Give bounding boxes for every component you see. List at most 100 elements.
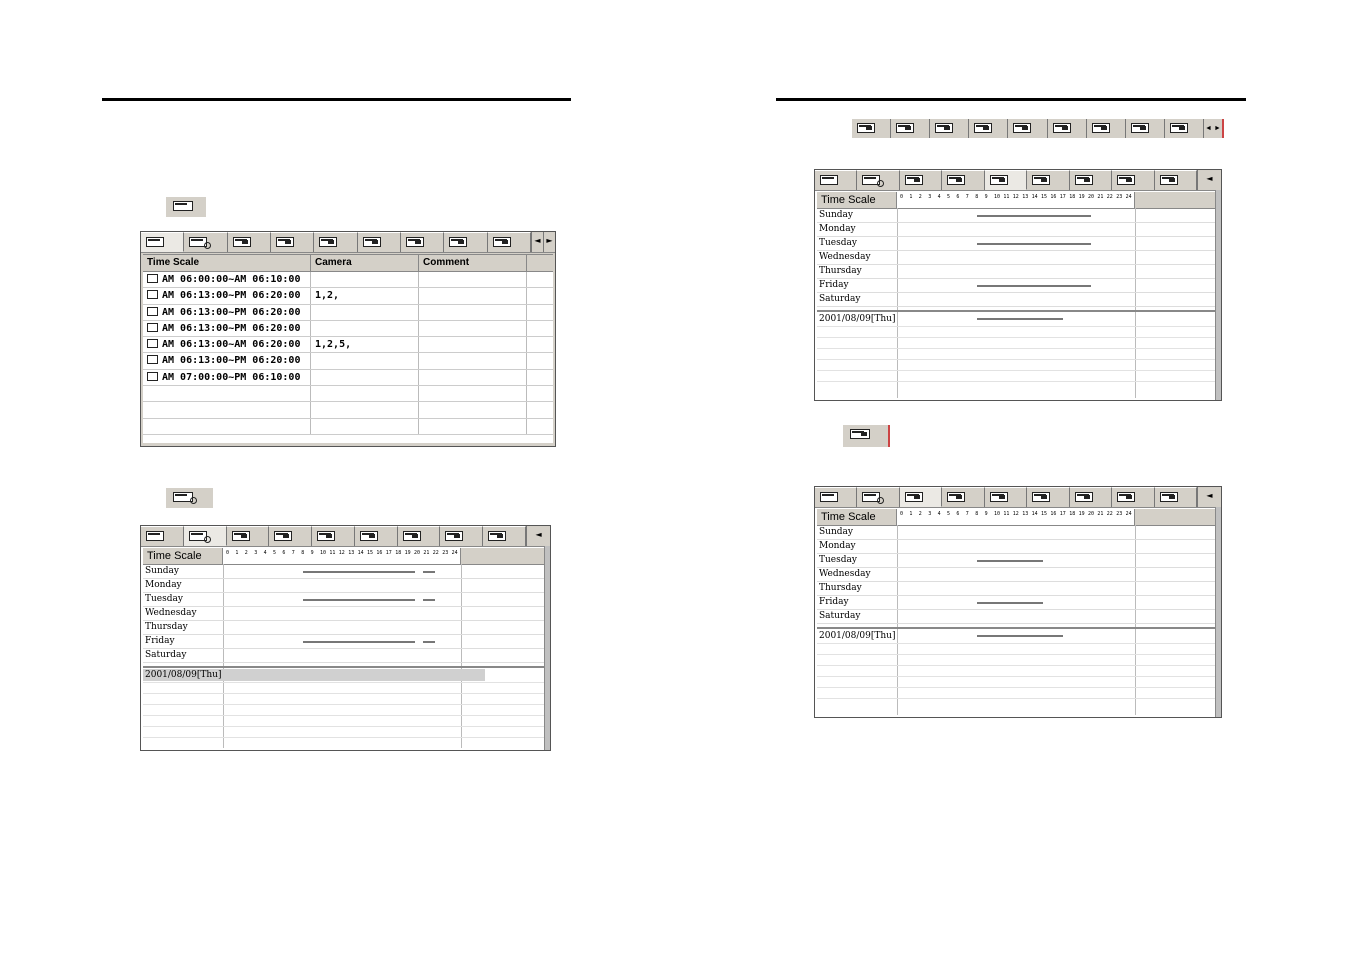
table-row[interactable]: AM 06:13:00~PM 06:20:00 [143,304,553,321]
date-schedule-bar[interactable] [977,635,1063,637]
tab-view-8[interactable] [1112,487,1155,507]
schedule-bar[interactable] [303,641,415,643]
tab-view-3[interactable] [899,487,943,507]
day-row-wednesday[interactable]: Wednesday [817,251,1215,265]
tab-view-6[interactable] [357,232,401,252]
column-time-scale[interactable]: Time Scale [143,255,311,271]
tab-view-8[interactable] [444,232,488,252]
camera-button-8[interactable] [1125,119,1165,138]
camera-button-1[interactable] [852,119,892,138]
table-row[interactable]: AM 06:00:00~AM 06:10:00 [143,272,553,289]
day-row-thursday[interactable]: Thursday [817,265,1215,279]
day-row-monday[interactable]: Monday [817,540,1215,554]
tab-view-5[interactable] [984,487,1028,507]
camera-button-3[interactable] [930,119,970,138]
table-row[interactable] [143,386,553,403]
tab-view-4[interactable] [942,487,985,507]
network-schedule-button[interactable] [843,425,890,447]
column-comment[interactable]: Comment [419,255,527,271]
tab-view-9[interactable] [487,232,531,252]
scroll-right-arrow[interactable]: ► [1212,119,1222,138]
date-row-label[interactable]: 2001/08/09[Thu] [143,669,485,681]
tab-view-5[interactable] [312,526,355,546]
vertical-scrollbar[interactable] [1215,507,1221,717]
tab-scroll[interactable]: ◄ [1196,487,1221,507]
day-row-monday[interactable]: Monday [143,579,544,593]
table-row[interactable]: AM 06:13:00~PM 06:20:00 [143,353,553,370]
day-row-sunday[interactable]: Sunday [817,526,1215,540]
tab-scroll-left[interactable]: ◄ [1196,170,1221,190]
tab-view-4[interactable] [942,170,985,190]
tab-view-9[interactable] [483,526,527,546]
tab-view-4[interactable] [269,526,313,546]
date-row-label[interactable]: 2001/08/09[Thu] [817,630,896,642]
table-row[interactable] [143,418,553,435]
tab-view-2[interactable] [184,232,228,252]
schedule-bar[interactable] [977,285,1091,287]
day-row-saturday[interactable]: Saturday [817,293,1215,307]
table-row[interactable]: AM 06:13:00~AM 06:20:00 1,2,5, [143,337,553,354]
tab-view-1[interactable] [141,526,184,546]
tab-view-3[interactable] [226,526,270,546]
day-row-thursday[interactable]: Thursday [143,621,544,635]
vertical-scrollbar[interactable] [544,546,550,750]
camera-button-7[interactable] [1086,119,1126,138]
scroll-left-arrow[interactable]: ◄ [1203,119,1213,138]
tab-view-7[interactable] [1069,487,1113,507]
schedule-bar[interactable] [977,602,1043,604]
tab-view-6[interactable] [1027,487,1070,507]
tab-scroll-left[interactable]: ◄ [530,232,543,252]
camera-button-5[interactable] [1008,119,1048,138]
tab-view-6[interactable] [1027,170,1070,190]
schedule-bar[interactable] [423,571,435,573]
tab-view-4[interactable] [270,232,315,252]
tab-scroll[interactable]: ◄ [526,526,550,546]
table-row[interactable]: AM 07:00:00~PM 06:10:00 [143,369,553,387]
day-row-saturday[interactable]: Saturday [143,649,544,663]
tab-view-9[interactable] [1154,170,1197,190]
date-row-label[interactable]: 2001/08/09[Thu] [817,313,896,325]
table-row[interactable]: AM 06:13:00~PM 06:20:00 1,2, [143,288,553,305]
tab-view-2[interactable] [857,170,900,190]
tab-view-3[interactable] [899,170,943,190]
tab-view-7[interactable] [1069,170,1113,190]
camera-button-6[interactable] [1047,119,1087,138]
camera-button-9[interactable] [1164,119,1204,138]
tab-view-2[interactable] [183,526,227,546]
tab-view-9[interactable] [1154,487,1197,507]
schedule-bar[interactable] [423,641,435,643]
tab-view-8[interactable] [440,526,484,546]
schedule-bar[interactable] [977,560,1043,562]
tab-view-6[interactable] [354,526,398,546]
tab-view-7[interactable] [397,526,441,546]
tab-view-1[interactable] [815,487,858,507]
camera-button-4[interactable] [969,119,1009,138]
tab-view-7[interactable] [400,232,445,252]
table-row[interactable] [143,402,553,419]
day-row-monday[interactable]: Monday [817,223,1215,237]
table-row[interactable]: AM 06:13:00~PM 06:20:00 [143,320,553,338]
tab-view-2[interactable] [857,487,900,507]
schedule-bar[interactable] [423,599,435,601]
tab-view-5[interactable] [984,170,1028,190]
tab-view-1[interactable] [141,232,185,252]
tab-view-5[interactable] [314,232,358,252]
tab-scroll[interactable]: ◄ [1196,170,1221,190]
tab-scroll-left[interactable]: ◄ [1196,487,1221,507]
schedule-view-button[interactable] [166,488,213,508]
camera-button-2[interactable] [891,119,931,138]
tab-view-8[interactable] [1112,170,1155,190]
tab-scroll-left[interactable]: ◄ [526,526,550,546]
tab-view-1[interactable] [815,170,858,190]
schedule-bar[interactable] [977,215,1091,217]
day-row-wednesday[interactable]: Wednesday [143,607,544,621]
list-view-button[interactable] [166,197,206,217]
schedule-bar[interactable] [977,243,1091,245]
day-row-thursday[interactable]: Thursday [817,582,1215,596]
vertical-scrollbar[interactable] [1215,190,1221,400]
tab-scroll[interactable]: ◄ ► [530,232,555,252]
day-row-wednesday[interactable]: Wednesday [817,568,1215,582]
tab-scroll-right[interactable]: ► [542,232,555,252]
day-row-saturday[interactable]: Saturday [817,610,1215,624]
schedule-bar[interactable] [303,571,415,573]
